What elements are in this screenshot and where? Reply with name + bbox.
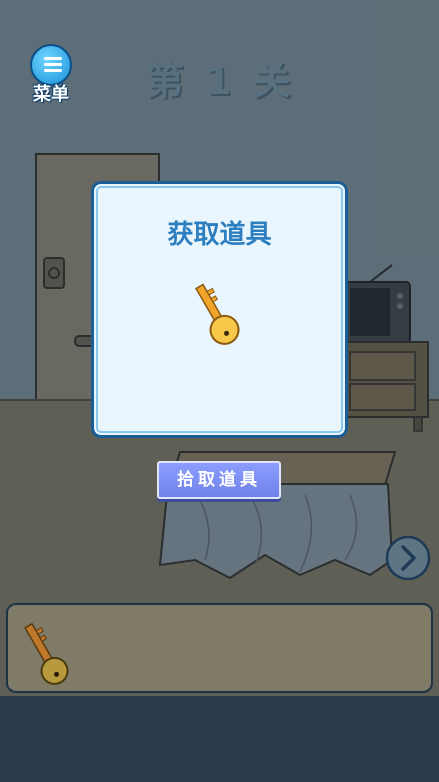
menu-label: 菜单 (33, 84, 69, 105)
inventory-key-item[interactable] (20, 615, 82, 685)
level-title: 第 1 关 (145, 59, 295, 103)
inventory-bar (6, 603, 433, 693)
key-icon (24, 622, 69, 685)
item-dialog: 获取道具 (91, 181, 348, 438)
chevron-right-icon[interactable] (385, 535, 431, 581)
dialog-title: 获取道具 (167, 220, 272, 250)
menu-button[interactable]: 菜单 (26, 44, 76, 105)
key-icon (195, 283, 240, 345)
bottom-bar (0, 696, 439, 782)
pickup-item-button[interactable]: 拾取道具 (157, 461, 281, 499)
